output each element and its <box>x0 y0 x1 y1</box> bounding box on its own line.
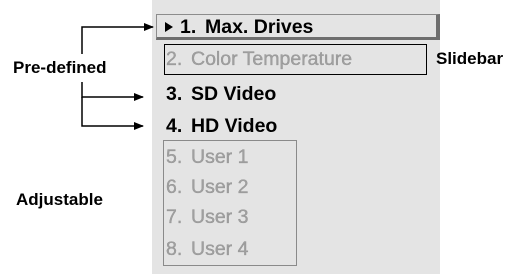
callout-arrows <box>81 23 154 130</box>
arrow-to-sd-video <box>81 82 144 101</box>
predefined-label: Pre-defined <box>13 58 107 77</box>
slidebar-label: Slidebar <box>436 49 504 68</box>
arrow-to-hd-video <box>81 97 144 130</box>
adjustable-label: Adjustable <box>16 190 103 209</box>
arrow-to-max-drives <box>81 23 154 54</box>
